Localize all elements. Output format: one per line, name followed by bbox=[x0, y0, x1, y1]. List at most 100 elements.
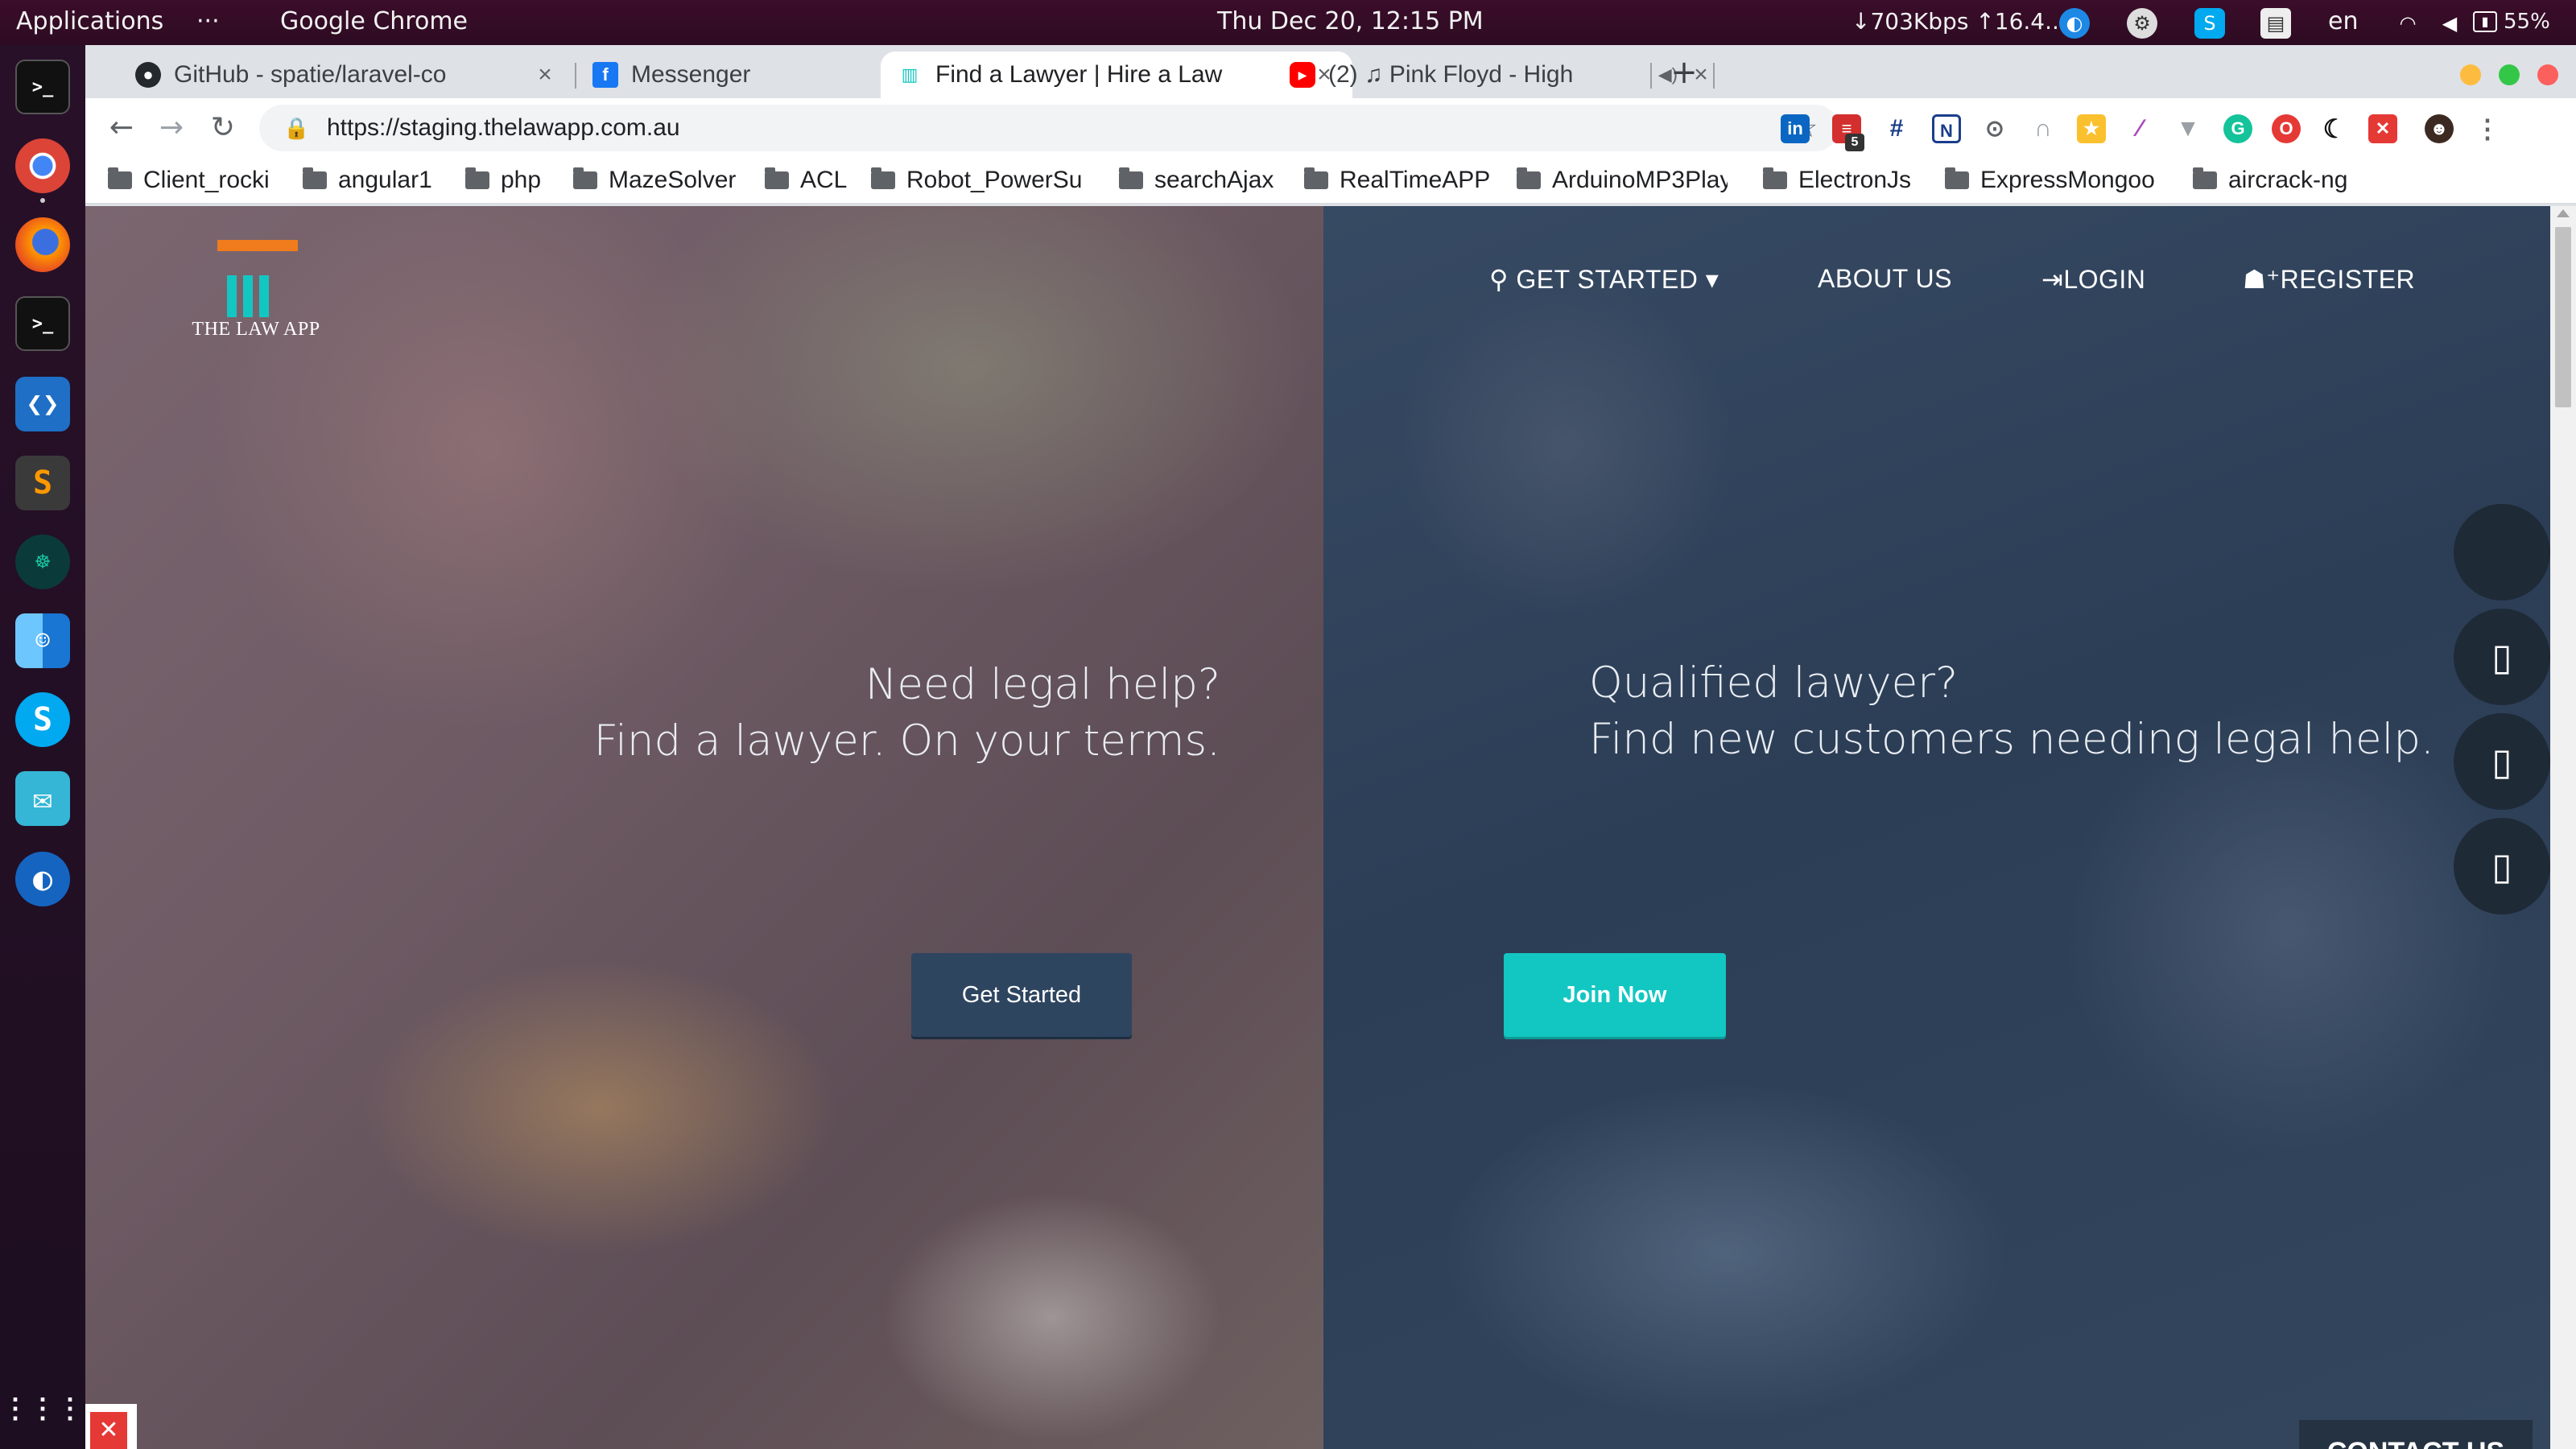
tab-divider bbox=[1713, 63, 1715, 89]
tab-youtube[interactable]: ▶ (2) ♫ Pink Floyd - High ◀) × bbox=[1274, 52, 1729, 98]
pen-extension-icon[interactable]: ∕ bbox=[2125, 114, 2154, 143]
get-started-button[interactable]: Get Started bbox=[911, 953, 1132, 1037]
folder-icon bbox=[573, 167, 597, 189]
bookmark-folder[interactable]: searchAjax bbox=[1119, 158, 1274, 203]
contact-us-button[interactable]: CONTACT US bbox=[2299, 1420, 2533, 1449]
logo-column bbox=[227, 275, 237, 317]
folder-icon bbox=[465, 167, 489, 189]
bookmark-folder[interactable]: angular1 bbox=[303, 158, 432, 203]
nav-get-started[interactable]: ⚲ GET STARTED ▾ bbox=[1489, 264, 1719, 295]
opera-extension-icon[interactable]: O bbox=[2272, 114, 2301, 143]
reload-button[interactable]: ↻ bbox=[203, 108, 243, 148]
bottom-left-badge[interactable]: ✕ bbox=[85, 1404, 137, 1449]
bookmark-folder[interactable]: ExpressMongoo bbox=[1945, 158, 2156, 203]
social-share-icon[interactable]: ▯ bbox=[2454, 713, 2550, 810]
grid-extension-icon[interactable]: # bbox=[1882, 114, 1911, 143]
code-extension-icon[interactable]: ⊙ bbox=[1980, 114, 2009, 143]
social-share-icon[interactable]: ▯ bbox=[2454, 609, 2550, 705]
wifi-icon[interactable]: ◠ bbox=[2392, 8, 2423, 39]
clipboard-icon[interactable]: ▤ bbox=[2260, 8, 2291, 39]
terminal-icon[interactable]: >_ bbox=[15, 296, 70, 351]
chrome-menu-icon[interactable]: ⋮ bbox=[2473, 114, 2502, 143]
volume-icon[interactable]: ◀ bbox=[2434, 8, 2465, 39]
vue-extension-icon[interactable]: ▼ bbox=[2174, 114, 2202, 143]
caret-down-icon: ▾ bbox=[1698, 265, 1719, 294]
overflow-menu[interactable]: ··· bbox=[196, 0, 220, 45]
running-indicator bbox=[40, 198, 45, 203]
lawyer-hero-text: Qualified lawyer? Find new customers nee… bbox=[1589, 655, 2434, 768]
floating-circle-button[interactable] bbox=[2454, 504, 2550, 601]
folder-icon bbox=[1945, 167, 1969, 189]
bookmark-folder[interactable]: RealTimeAPP bbox=[1304, 158, 1490, 203]
bookmark-folder[interactable]: ElectronJs bbox=[1763, 158, 1911, 203]
lock-icon[interactable]: 🔒 bbox=[283, 114, 311, 142]
bookmark-folder[interactable]: ArduinoMP3Play bbox=[1517, 158, 1728, 203]
address-bar[interactable]: 🔒 https://staging.thelawapp.com.au ☆ bbox=[259, 105, 1839, 151]
scroll-thumb[interactable] bbox=[2555, 227, 2571, 407]
close-extension-icon[interactable]: ✕ bbox=[2368, 114, 2397, 143]
bookmark-folder[interactable]: ACL bbox=[765, 158, 847, 203]
dark-mode-extension-icon[interactable]: ☾ bbox=[2320, 114, 2349, 143]
tab-github[interactable]: ● GitHub - spatie/laravel-co × bbox=[119, 52, 573, 98]
active-app-name[interactable]: Google Chrome bbox=[280, 0, 468, 45]
client-hero-heading: Need legal help? bbox=[865, 660, 1220, 709]
web-app-icon[interactable]: ◐ bbox=[15, 852, 70, 906]
bookmark-folder[interactable]: MazeSolver bbox=[573, 158, 736, 203]
firefox-icon[interactable] bbox=[15, 217, 70, 272]
folder-icon bbox=[765, 167, 789, 189]
close-icon[interactable]: × bbox=[533, 61, 557, 89]
web-app-tray-icon[interactable]: ◐ bbox=[2059, 8, 2090, 39]
finder-icon[interactable]: ☺ bbox=[15, 613, 70, 668]
user-plus-icon: ☗⁺ bbox=[2243, 265, 2281, 294]
grammarly-extension-icon[interactable]: G bbox=[2223, 114, 2252, 143]
sublime-icon[interactable]: S bbox=[15, 456, 70, 510]
folder-icon bbox=[1763, 167, 1787, 189]
maximize-button[interactable] bbox=[2499, 64, 2520, 85]
n-extension-icon[interactable]: N bbox=[1932, 114, 1961, 143]
back-button[interactable]: ← bbox=[101, 108, 142, 148]
lawyer-hero-panel bbox=[1323, 206, 2576, 1449]
search-icon: ⚲ bbox=[1489, 265, 1517, 294]
url-text[interactable]: https://staging.thelawapp.com.au bbox=[327, 105, 680, 151]
site-logo[interactable]: THE LAW APP bbox=[188, 240, 324, 345]
scroll-up-arrow[interactable] bbox=[2557, 209, 2570, 217]
mail-icon[interactable]: ✉ bbox=[15, 771, 70, 826]
nav-about-us[interactable]: ABOUT US bbox=[1818, 264, 1952, 294]
join-now-button[interactable]: Join Now bbox=[1504, 953, 1726, 1037]
new-tab-button[interactable]: + bbox=[1666, 55, 1702, 90]
folder-icon bbox=[2193, 167, 2217, 189]
nav-register[interactable]: ☗⁺REGISTER bbox=[2243, 264, 2415, 295]
extension-badge: 5 bbox=[1845, 134, 1864, 151]
profile-avatar[interactable]: ☻ bbox=[2425, 114, 2454, 143]
social-share-icon[interactable]: ▯ bbox=[2454, 818, 2550, 914]
keyboard-language[interactable]: en bbox=[2328, 0, 2358, 45]
logo-column bbox=[243, 275, 253, 317]
bookmark-folder[interactable]: Client_rocki bbox=[108, 158, 270, 203]
app-grid-icon[interactable]: ⋮⋮⋮ bbox=[2, 1381, 84, 1436]
nav-login[interactable]: ⇥LOGIN bbox=[2041, 264, 2145, 295]
chrome-icon[interactable] bbox=[15, 138, 70, 193]
star-extension-icon[interactable]: ★ bbox=[2077, 114, 2106, 143]
applications-menu[interactable]: Applications bbox=[16, 0, 163, 45]
clock[interactable]: Thu Dec 20, 12:15 PM bbox=[1217, 0, 1484, 45]
skype-icon[interactable]: S bbox=[15, 692, 70, 747]
dock: >_ >_ ❮❯ S ☸ ☺ S ✉ ◐ ⋮⋮⋮ bbox=[0, 45, 85, 1449]
folder-icon bbox=[108, 167, 132, 189]
steam-icon[interactable]: ⚙ bbox=[2127, 8, 2157, 39]
folder-icon bbox=[1304, 167, 1328, 189]
bookmark-folder[interactable]: Robot_PowerSu bbox=[871, 158, 1084, 203]
page-scrollbar[interactable] bbox=[2550, 206, 2576, 1449]
linkedin-extension-icon[interactable]: in bbox=[1781, 114, 1810, 143]
gitkraken-icon[interactable]: ☸ bbox=[15, 535, 70, 589]
bookmark-folder[interactable]: aircrack-ng bbox=[2193, 158, 2347, 203]
minimize-button[interactable] bbox=[2460, 64, 2481, 85]
folder-icon bbox=[1517, 167, 1541, 189]
forward-button[interactable]: → bbox=[151, 108, 192, 148]
bookmark-folder[interactable]: php bbox=[465, 158, 541, 203]
vscode-icon[interactable]: ❮❯ bbox=[15, 377, 70, 431]
close-window-button[interactable] bbox=[2537, 64, 2558, 85]
terminal-icon[interactable]: >_ bbox=[15, 60, 70, 114]
arc-extension-icon[interactable]: ∩ bbox=[2029, 114, 2058, 143]
battery-icon[interactable]: ▮ bbox=[2473, 11, 2497, 32]
skype-tray-icon[interactable]: S bbox=[2194, 8, 2225, 39]
